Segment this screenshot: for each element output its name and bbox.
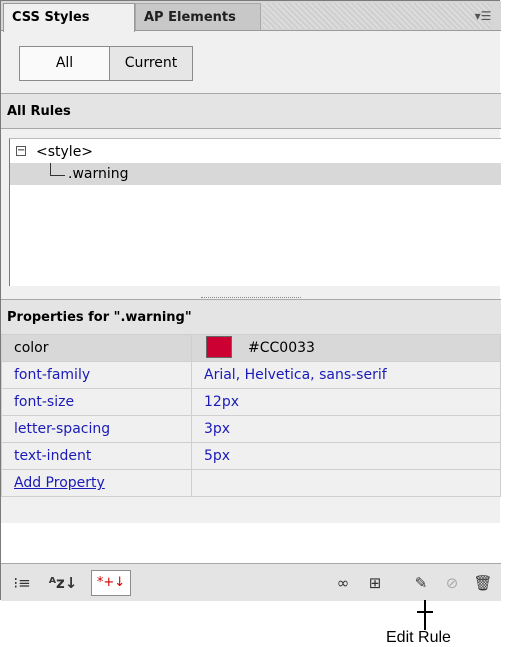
property-row[interactable]: text-indent 5px — [1, 442, 501, 470]
tab-strip: CSS Styles AP Elements ▾☰ — [1, 1, 501, 32]
attach-style-sheet-icon[interactable]: ∞ — [331, 572, 355, 594]
add-property-cell[interactable]: Add Property — [1, 469, 192, 497]
list-view-icon[interactable]: ᴬz↓ — [45, 572, 81, 594]
bottom-toolbar: ⁝≡ ᴬz↓ *+↓ ∞ ⊞ ✎ ⊘ 🗑 — [1, 563, 501, 601]
property-value-text: #CC0033 — [248, 340, 315, 356]
edit-rule-icon[interactable]: ✎ — [409, 572, 433, 594]
add-property-value — [191, 469, 501, 497]
callout-label: Edit Rule — [386, 629, 451, 646]
property-row[interactable]: font-family Arial, Helvetica, sans-serif — [1, 361, 501, 389]
tree-connector-icon — [50, 163, 65, 176]
add-property-link[interactable]: Add Property — [14, 475, 105, 491]
property-name[interactable]: letter-spacing — [1, 415, 192, 443]
panel-options-icon[interactable]: ▾☰ — [471, 7, 495, 25]
property-name[interactable]: text-indent — [1, 442, 192, 470]
add-property-row[interactable]: Add Property — [1, 469, 501, 497]
view-toggle: All Current — [19, 46, 193, 81]
tab-ap-elements[interactable]: AP Elements — [135, 3, 261, 30]
collapse-icon[interactable]: − — [16, 146, 26, 156]
property-value[interactable]: #CC0033 — [191, 334, 501, 362]
disable-property-icon[interactable]: ⊘ — [441, 572, 463, 594]
category-view-icon[interactable]: ⁝≡ — [11, 572, 33, 594]
css-styles-panel: CSS Styles AP Elements ▾☰ All Current Al… — [0, 0, 501, 601]
property-row[interactable]: font-size 12px — [1, 388, 501, 416]
callout-tick — [417, 611, 433, 613]
rules-tree: − <style> .warning — [9, 138, 501, 286]
property-value[interactable]: Arial, Helvetica, sans-serif — [191, 361, 501, 389]
set-properties-only-icon[interactable]: *+↓ — [91, 570, 131, 596]
property-row[interactable]: color #CC0033 — [1, 334, 501, 362]
property-value[interactable]: 5px — [191, 442, 501, 470]
properties-empty-area — [1, 523, 501, 563]
property-value[interactable]: 3px — [191, 415, 501, 443]
property-value[interactable]: 12px — [191, 388, 501, 416]
delete-rule-icon[interactable]: 🗑 — [471, 572, 495, 594]
tab-strip-fill — [263, 3, 491, 29]
property-row[interactable]: letter-spacing 3px — [1, 415, 501, 443]
color-swatch[interactable] — [206, 336, 232, 358]
tree-row-warning[interactable]: .warning — [10, 163, 501, 185]
property-name[interactable]: font-size — [1, 388, 192, 416]
callout-line — [424, 600, 426, 630]
current-button[interactable]: Current — [110, 47, 192, 80]
all-button[interactable]: All — [20, 47, 110, 80]
tab-css-styles[interactable]: CSS Styles — [3, 3, 135, 32]
properties-grid: color #CC0033 font-family Arial, Helveti… — [1, 334, 501, 497]
all-rules-header: All Rules — [1, 93, 501, 129]
property-name[interactable]: color — [1, 334, 192, 362]
properties-header: Properties for ".warning" — [1, 299, 501, 335]
tree-label-warning: .warning — [68, 166, 129, 182]
tree-label-style: <style> — [36, 144, 94, 160]
tree-row-style[interactable]: − <style> — [10, 141, 501, 163]
property-name[interactable]: font-family — [1, 361, 192, 389]
new-css-rule-icon[interactable]: ⊞ — [363, 572, 387, 594]
